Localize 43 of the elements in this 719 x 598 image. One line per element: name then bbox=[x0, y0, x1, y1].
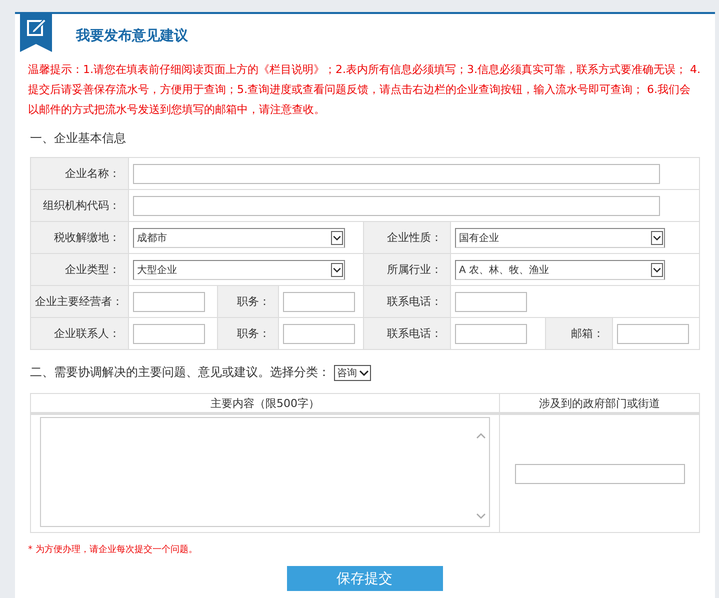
category-dropdown[interactable]: 咨询 bbox=[334, 364, 371, 380]
field-label: 联系电话： bbox=[387, 327, 442, 340]
field-label: 邮箱： bbox=[571, 327, 604, 340]
text-field[interactable] bbox=[133, 164, 660, 184]
field-label: 企业联系人： bbox=[54, 327, 120, 340]
field-label: 企业主要经营者： bbox=[35, 295, 123, 308]
section-title: 二、需要协调解决的主要问题、意见或建议。选择分类： bbox=[30, 364, 330, 381]
text-field[interactable] bbox=[133, 324, 205, 344]
caret-icon bbox=[359, 368, 369, 376]
footnote: * 为方便办理，请企业每次提交一个问题。 bbox=[28, 544, 198, 556]
dropdown[interactable]: A 农、林、牧、渔业 bbox=[455, 260, 665, 280]
caret-icon bbox=[331, 230, 343, 244]
field-label: 职务： bbox=[237, 327, 270, 340]
field-label: 联系电话： bbox=[387, 295, 442, 308]
dropdown[interactable]: 大型企业 bbox=[133, 260, 345, 280]
field-label: 税收解缴地： bbox=[54, 231, 120, 244]
content-textarea[interactable] bbox=[40, 417, 490, 527]
column-header: 涉及到的政府部门或街道 bbox=[539, 396, 660, 410]
text-field[interactable] bbox=[133, 196, 660, 216]
field-label: 组织机构代码： bbox=[43, 199, 120, 212]
caret-icon bbox=[331, 262, 343, 276]
text-field[interactable] bbox=[133, 292, 205, 312]
scroll-up-icon bbox=[476, 432, 486, 439]
field-label: 职务： bbox=[237, 295, 270, 308]
dropdown[interactable]: 成都市 bbox=[133, 228, 345, 248]
column-header: 主要内容（限500字） bbox=[210, 396, 320, 410]
text-field[interactable] bbox=[617, 324, 689, 344]
field-label: 企业性质： bbox=[387, 231, 442, 244]
caret-icon bbox=[651, 230, 663, 244]
text-field[interactable] bbox=[455, 324, 527, 344]
section-title: 一、企业基本信息 bbox=[30, 130, 127, 147]
field-label: 企业类型： bbox=[65, 263, 120, 276]
panel-title: 我要发布意见建议 bbox=[76, 27, 188, 45]
department-field[interactable] bbox=[514, 464, 684, 484]
caret-icon bbox=[651, 262, 663, 276]
dropdown[interactable]: 国有企业 bbox=[455, 228, 665, 248]
text-field[interactable] bbox=[283, 292, 355, 312]
field-label: 企业名称： bbox=[65, 167, 120, 180]
field-label: 所属行业： bbox=[387, 263, 442, 276]
notice-text: 温馨提示：1.请您在填表前仔细阅读页面上方的《栏目说明》；2.表内所有信息必须填写；3.信息必须真实可靠，联系方式要准确无误； 4.提交后请妥善保存流水号，方便用于查询；5.查询进度或查看问题反馈，请点击右边栏的企业查询按钮，输入流水号即可查询； 6.我们会以邮件的方式把流水号发送到您填写的邮箱中，请注意查收。 bbox=[28, 62, 701, 118]
text-field[interactable] bbox=[455, 292, 527, 312]
text-field[interactable] bbox=[283, 324, 355, 344]
scroll-down-icon bbox=[476, 513, 486, 520]
